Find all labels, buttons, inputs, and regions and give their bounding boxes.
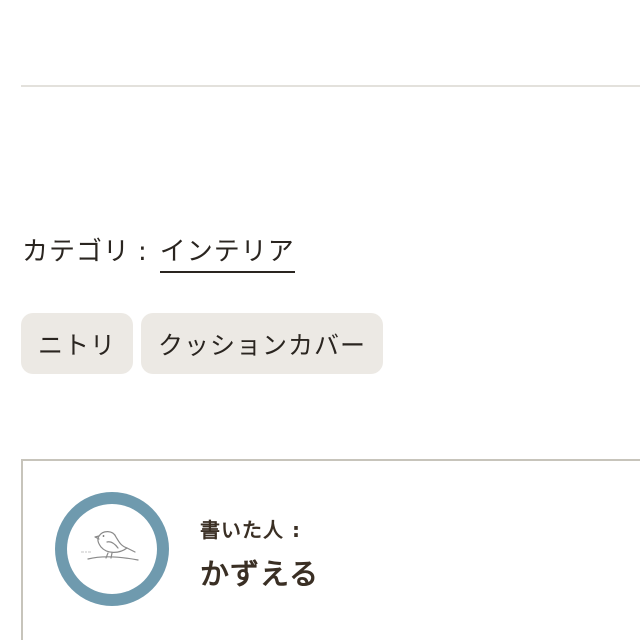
author-label: 書いた人 : — [200, 518, 301, 542]
author-name[interactable]: かずえる — [200, 551, 319, 593]
divider — [21, 85, 640, 87]
tag-nitori[interactable]: ニトリ — [21, 313, 134, 374]
tag-list: ニトリ クッションカバー — [21, 313, 384, 374]
tag-cushion-cover[interactable]: クッションカバー — [141, 313, 384, 374]
bird-illustration-icon — [67, 504, 157, 594]
category-separator: : — [138, 237, 148, 267]
author-card: 書いた人 : かずえる — [21, 459, 640, 640]
article-footer: カテゴリ : インテリア ニトリ クッションカバー 書いた人: かずえる — [0, 0, 640, 640]
category-line: カテゴリ : インテリア — [22, 234, 295, 274]
category-link[interactable]: インテリア — [159, 234, 295, 273]
avatar[interactable] — [55, 492, 169, 606]
category-label: カテゴリ — [22, 237, 131, 267]
